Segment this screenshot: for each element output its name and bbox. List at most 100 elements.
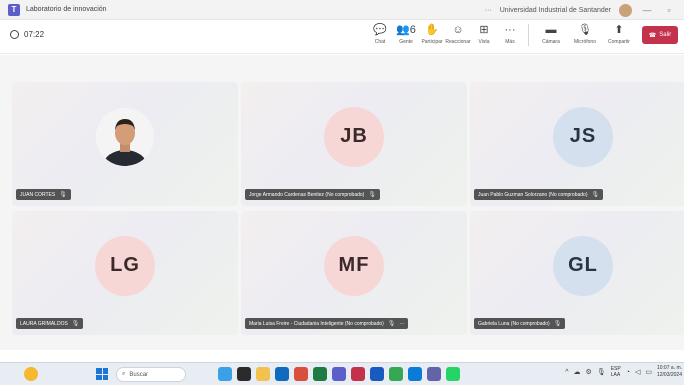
titlebar-more-icon[interactable]: ··· xyxy=(485,7,492,14)
participant-name: JUAN CORTES xyxy=(20,191,56,198)
microphone-button[interactable]: 🎙 Micrófono xyxy=(569,23,601,45)
wifi-icon[interactable]: ◔ xyxy=(626,369,630,376)
more-button[interactable]: ··· Más xyxy=(498,23,522,45)
chat-icon: 💬 xyxy=(373,24,387,36)
share-button[interactable]: ⬆ Compartir xyxy=(603,23,635,45)
taskbar-search[interactable]: ⌕ Buscar xyxy=(116,367,186,382)
start-button[interactable] xyxy=(96,368,108,380)
store-icon[interactable] xyxy=(275,367,289,381)
more-label: Más xyxy=(505,39,515,45)
person-photo-icon xyxy=(96,107,154,166)
raise-hand-button[interactable]: ✋ Participar xyxy=(420,23,444,45)
teams-logo-icon: T xyxy=(8,3,20,16)
participant-nametag: LAURA GRIMALDOS 🎙 xyxy=(16,318,84,329)
task-view-icon[interactable] xyxy=(237,367,251,381)
participant-name: LAURA GRIMALDOS xyxy=(20,320,68,327)
camera-icon: ▬ xyxy=(545,24,557,36)
chrome-icon[interactable] xyxy=(389,367,403,381)
participant-nametag: Gabriela Luna (No comprobado) 🎙 xyxy=(474,318,566,329)
battery-icon[interactable]: ▭ xyxy=(645,368,652,376)
clock-time: 10:07 a. m. xyxy=(656,365,682,371)
language-indicator[interactable]: ESP LAA xyxy=(611,366,621,378)
participant-nametag: JUAN CORTES 🎙 xyxy=(16,189,71,200)
view-button[interactable]: ⊞ Vista xyxy=(472,23,496,45)
camera-button[interactable]: ▬ Cámara xyxy=(535,23,567,45)
mic-icon: 🎙 xyxy=(368,192,376,198)
chat-button[interactable]: 💬 Chat xyxy=(368,23,392,45)
excel-icon[interactable] xyxy=(313,367,327,381)
hand-icon: ✋ xyxy=(425,24,439,36)
share-icon: ⬆ xyxy=(614,24,624,36)
mic-icon: 🎙 xyxy=(59,192,67,198)
raise-hand-label: Participar xyxy=(421,39,443,45)
participant-nametag: Jorge Armando Cardenas Benitez (No compr… xyxy=(245,189,380,200)
participant-name: Maria Luisa Freire - Ciudadania Intelige… xyxy=(249,320,384,327)
participant-name: Jorge Armando Cardenas Benitez (No compr… xyxy=(249,191,365,198)
organization-name: Universidad Industrial de Santander xyxy=(499,6,611,14)
meeting-toolbar: 07:22 💬 Chat 👥6 Gente ✋ Participar ☺ Rea… xyxy=(0,20,684,54)
participant-tile[interactable]: JUAN CORTES 🎙 xyxy=(12,82,238,206)
windows-taskbar: ⌕ Buscar ^ ☁ ⚙ 🎙 ESP LAA ◔ ◁ ▭ 10:07 a. … xyxy=(0,362,684,385)
chevron-up-icon[interactable]: ^ xyxy=(565,369,568,376)
grid-icon: ⊞ xyxy=(479,24,489,36)
smiley-icon: ☺ xyxy=(452,24,464,36)
phone-icon: ☎ xyxy=(648,32,657,39)
window-titlebar: T Laboratorio de innovación ··· Universi… xyxy=(0,0,684,20)
app-icon[interactable] xyxy=(294,367,308,381)
taskbar-clock[interactable]: 10:07 a. m. 12/03/2024 xyxy=(657,365,684,379)
minimize-button[interactable]: — xyxy=(640,5,654,15)
participant-name: Gabriela Luna (No comprobado) xyxy=(478,320,550,327)
whatsapp-icon[interactable] xyxy=(446,367,460,381)
settings-icon[interactable]: ⚙ xyxy=(586,368,592,376)
participant-more-icon[interactable]: ··· xyxy=(399,321,404,327)
mic-icon: 🎙 xyxy=(387,321,396,327)
teams-icon[interactable] xyxy=(332,367,346,381)
language-bottom: LAA xyxy=(610,372,621,378)
participant-avatar: MF xyxy=(324,235,384,296)
cloud-icon[interactable]: ☁ xyxy=(574,368,581,376)
leave-button[interactable]: ☎ Salir xyxy=(642,26,678,44)
mic-icon: 🎙 xyxy=(71,321,80,327)
people-label: Gente xyxy=(399,39,413,45)
shield-icon xyxy=(10,30,19,39)
system-tray: ^ ☁ ⚙ 🎙 ESP LAA ◔ ◁ ▭ 10:07 a. m. 12/03/… xyxy=(565,365,684,379)
file-explorer-icon[interactable] xyxy=(256,367,270,381)
volume-icon[interactable]: ◁ xyxy=(635,368,640,376)
meeting-controls: 💬 Chat 👥6 Gente ✋ Participar ☺ Reacciona… xyxy=(367,23,678,51)
participant-tile[interactable]: LG LAURA GRIMALDOS 🎙 xyxy=(12,211,238,335)
chat-label: Chat xyxy=(374,39,386,45)
participant-avatar: JB xyxy=(324,106,384,167)
participant-avatar: JS xyxy=(553,106,613,167)
edge-icon[interactable] xyxy=(408,367,422,381)
weather-icon[interactable] xyxy=(24,367,38,381)
view-label: Vista xyxy=(478,39,490,45)
participant-tile[interactable]: JS Juan Pablo Guzman Solorzano (No compr… xyxy=(470,82,684,206)
search-placeholder: Buscar xyxy=(129,371,149,378)
user-avatar[interactable] xyxy=(619,3,632,17)
ellipsis-icon: ··· xyxy=(504,24,516,36)
camera-label: Cámara xyxy=(542,39,560,45)
teams-active-icon[interactable] xyxy=(427,367,441,381)
meeting-timer: 07:22 xyxy=(10,30,44,39)
maximize-button[interactable]: ▫ xyxy=(662,5,676,15)
react-button[interactable]: ☺ Reaccionar xyxy=(445,23,471,45)
participant-name: Juan Pablo Guzman Solorzano (No comproba… xyxy=(478,191,588,198)
powerpoint-icon[interactable] xyxy=(351,367,365,381)
participant-tile[interactable]: MF Maria Luisa Freire - Ciudadania Intel… xyxy=(241,211,467,335)
search-icon: ⌕ xyxy=(122,371,126,377)
people-icon: 👥6 xyxy=(396,24,416,36)
widgets-icon[interactable] xyxy=(218,367,232,381)
word-icon[interactable] xyxy=(370,367,384,381)
react-label: Reaccionar xyxy=(445,39,471,45)
toolbar-divider xyxy=(528,24,529,46)
mic-tray-icon[interactable]: 🎙 xyxy=(597,368,606,376)
leave-label: Salir xyxy=(659,32,672,38)
people-button[interactable]: 👥6 Gente xyxy=(394,23,418,45)
share-label: Compartir xyxy=(608,39,630,45)
microphone-icon: 🎙 xyxy=(578,24,592,36)
participant-tile[interactable]: JB Jorge Armando Cardenas Benitez (No co… xyxy=(241,82,467,206)
timer-value: 07:22 xyxy=(24,30,45,39)
taskbar-apps xyxy=(218,367,460,381)
participant-tile[interactable]: GL Gabriela Luna (No comprobado) 🎙 xyxy=(470,211,684,335)
participant-avatar: GL xyxy=(553,235,613,296)
